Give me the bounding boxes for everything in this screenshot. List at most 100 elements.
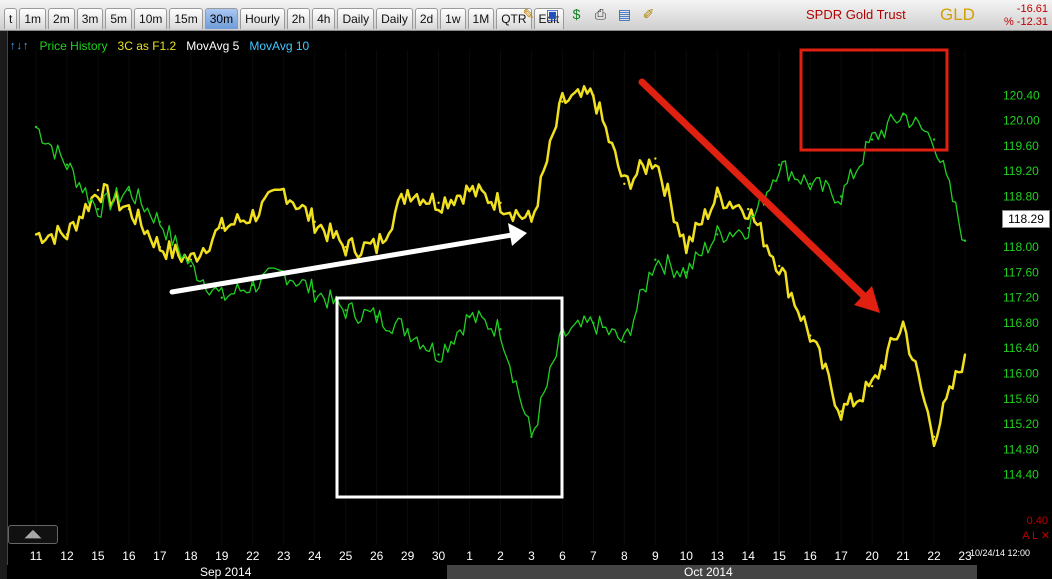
tab-1m[interactable]: 1M xyxy=(467,8,495,29)
month-segment-oct: Oct 2014 xyxy=(447,565,977,579)
x-tick-label: 2 xyxy=(497,549,504,563)
zoom-handle-icon[interactable]: ◢◣ xyxy=(8,525,58,544)
y-tick-label: 118.00 xyxy=(1003,240,1039,254)
white-trend-arrowhead xyxy=(508,223,527,246)
symbol-name: SPDR Gold Trust xyxy=(806,7,906,22)
month-label-sep: Sep 2014 xyxy=(200,565,252,579)
pen-icon[interactable]: ✐ xyxy=(640,6,657,23)
tab-t[interactable]: t xyxy=(4,8,18,29)
price-chart[interactable]: 120.40120.00119.60119.20118.80118.40118.… xyxy=(0,30,1052,565)
x-tick-label: 17 xyxy=(153,549,167,563)
indicator-3c-point xyxy=(34,233,38,236)
price-history-point xyxy=(34,125,38,129)
x-tick-label: 15 xyxy=(91,549,105,563)
price-history-point xyxy=(530,435,533,438)
tape-icon[interactable]: ▤ xyxy=(616,6,633,23)
x-tick-label: 8 xyxy=(621,549,628,563)
x-axis-ticks: 11 12 15 16 17 18 19 22 23 24 25 26 29 30 1 2 3 6 7 8 9 10 13 1… xyxy=(30,549,972,563)
indicator-3c-point xyxy=(716,195,719,198)
tab-daily-2[interactable]: Daily xyxy=(376,8,413,29)
y-tick-label: 116.40 xyxy=(1003,341,1039,355)
tab-2h[interactable]: 2h xyxy=(286,8,311,29)
legend: ↑↓↑ Price History 3C as F1.2 MovAvg 5 Mo… xyxy=(10,38,309,54)
tab-30m[interactable]: 30m xyxy=(204,8,239,29)
x-tick-label: 3 xyxy=(528,549,535,563)
change-percent: % -12.31 xyxy=(1003,16,1048,28)
legend-item-movavg10[interactable]: MovAvg 10 xyxy=(249,39,309,53)
price-history-point xyxy=(127,188,131,192)
price-history-point xyxy=(65,163,69,167)
price-history-point xyxy=(870,138,874,141)
indicator-3c-point xyxy=(654,157,657,160)
month-label-oct: Oct 2014 xyxy=(684,565,733,579)
price-history-point xyxy=(468,315,471,318)
legend-item-price-history[interactable]: Price History xyxy=(40,39,108,53)
x-tick-label: 16 xyxy=(803,549,817,563)
price-history-point xyxy=(158,220,162,223)
price-history-point xyxy=(375,315,378,318)
x-tick-label: 19 xyxy=(215,549,229,563)
price-history-point xyxy=(778,163,781,167)
indicator-3c-point xyxy=(808,334,812,337)
x-tick-label: 23 xyxy=(277,549,291,563)
tab-5m[interactable]: 5m xyxy=(105,8,133,29)
tab-15m[interactable]: 15m xyxy=(169,8,203,29)
price-history-point xyxy=(499,328,502,331)
y-tick-label: 117.60 xyxy=(1003,265,1039,279)
price-history-point xyxy=(623,340,626,344)
price-history-point xyxy=(344,309,347,312)
price-history-point xyxy=(808,182,812,186)
x-tick-label: 22 xyxy=(927,549,941,563)
x-tick-label: 14 xyxy=(742,549,756,563)
x-tick-label: 6 xyxy=(559,549,566,563)
tab-hourly[interactable]: Hourly xyxy=(240,8,285,29)
indicator-tag[interactable]: A L ✕ xyxy=(1022,529,1050,542)
tab-1m[interactable]: 1m xyxy=(19,8,47,29)
x-tick-label: 1 xyxy=(466,549,473,563)
x-tick-label: 30 xyxy=(432,549,446,563)
price-history-point xyxy=(716,233,719,236)
dollar-icon[interactable]: $ xyxy=(568,6,585,23)
y-tick-label: 114.40 xyxy=(1003,468,1039,482)
indicator-3c-point xyxy=(499,201,502,204)
indicator-3c-point xyxy=(963,353,967,356)
y-tick-label: 118.80 xyxy=(1003,189,1039,203)
x-tick-label: 26 xyxy=(370,549,384,563)
tool-icons: ✎ ▣ $ ⎙ ▤ ✐ xyxy=(520,6,657,23)
tab-3m[interactable]: 3m xyxy=(76,8,104,29)
y-tick-label: 120.40 xyxy=(1003,88,1040,102)
legend-item-movavg5[interactable]: MovAvg 5 xyxy=(186,39,239,53)
tab-2m[interactable]: 2m xyxy=(48,8,75,29)
print-icon[interactable]: ⎙ xyxy=(592,6,609,23)
tab-1w[interactable]: 1w xyxy=(440,8,466,29)
save-icon[interactable]: ▣ xyxy=(544,6,561,23)
indicator-3c-point xyxy=(623,182,626,186)
indicator-3c-point xyxy=(747,207,750,211)
x-tick-label: 10 xyxy=(680,549,694,563)
legend-item-3c[interactable]: 3C as F1.2 xyxy=(118,39,177,53)
price-history-point xyxy=(839,195,843,198)
indicator-3c-point xyxy=(375,245,378,249)
tab-4h[interactable]: 4h xyxy=(312,8,336,29)
tab-2d[interactable]: 2d xyxy=(414,8,439,29)
indicator-3c-point xyxy=(282,188,285,192)
price-history-point xyxy=(747,226,750,230)
symbol-ticker[interactable]: GLD xyxy=(940,5,975,25)
price-history-point xyxy=(96,207,100,211)
price-history-point xyxy=(189,264,193,268)
pencil-icon[interactable]: ✎ xyxy=(520,6,537,23)
indicator-3c-point xyxy=(530,220,533,223)
indicator-3c-point xyxy=(158,245,162,249)
price-history-point xyxy=(685,271,688,274)
legend-arrows-icon[interactable]: ↑↓↑ xyxy=(10,40,30,52)
tab-10m[interactable]: 10m xyxy=(134,8,168,29)
indicator-3c-point xyxy=(313,220,316,223)
price-history-point xyxy=(313,290,316,293)
price-history-point xyxy=(220,296,223,299)
y-tick-label: 117.20 xyxy=(1003,291,1039,305)
y-tick-label: 114.80 xyxy=(1003,442,1039,456)
tab-daily[interactable]: Daily xyxy=(337,8,375,29)
indicator-3c-point xyxy=(65,233,69,236)
price-history-point xyxy=(932,138,936,141)
x-tick-label: 24 xyxy=(308,549,322,563)
